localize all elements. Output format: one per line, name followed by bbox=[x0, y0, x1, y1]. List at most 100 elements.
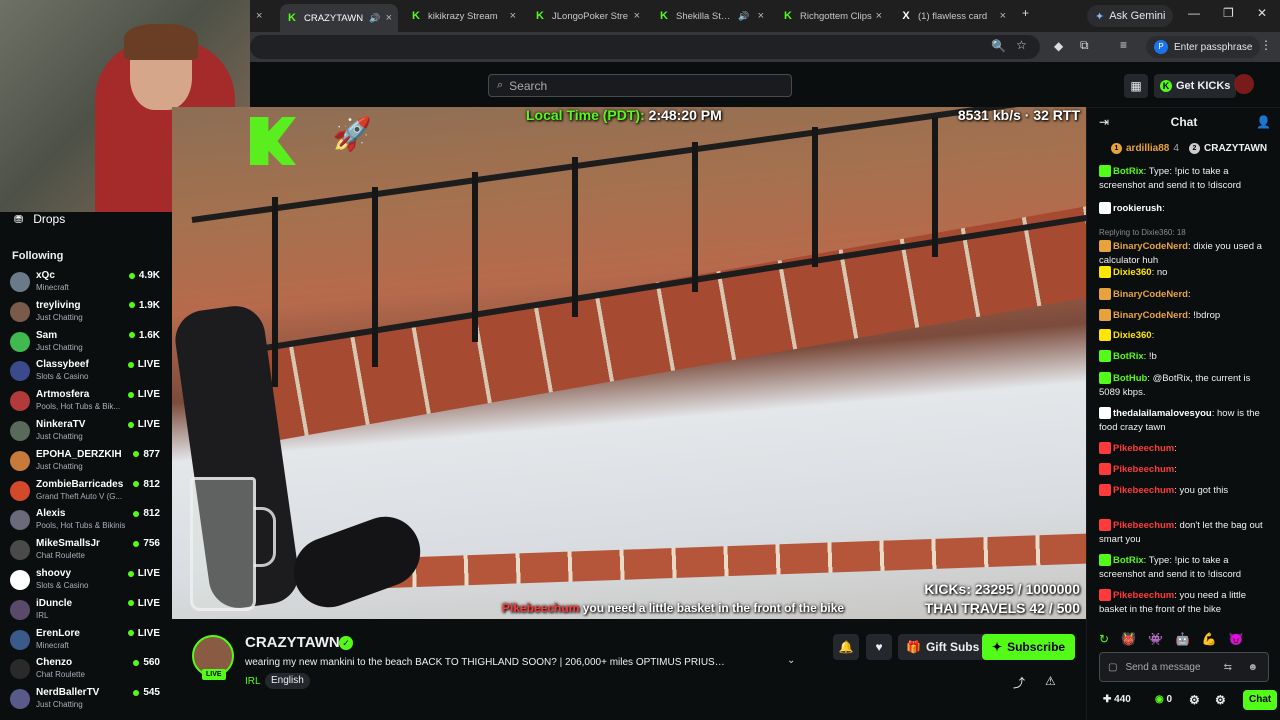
sidebar-item-alexis[interactable]: Alexis Pools, Hot Tubs & Bikinis 812 bbox=[10, 506, 162, 534]
emote-icon[interactable]: 😈 bbox=[1229, 632, 1244, 648]
user-avatar[interactable] bbox=[1234, 74, 1254, 94]
badge-icon bbox=[1099, 240, 1111, 253]
zoom-icon[interactable]: 🔍 bbox=[991, 39, 1006, 53]
emote-icon[interactable]: 👾 bbox=[1148, 632, 1163, 648]
tab-richgottem[interactable]: K Richgottem Clips × bbox=[776, 4, 888, 28]
emote-icon[interactable]: 💪 bbox=[1202, 632, 1217, 648]
kicks-display[interactable]: ◉ 0 bbox=[1155, 694, 1172, 705]
ask-gemini-button[interactable]: ✦ Ask Gemini bbox=[1087, 5, 1174, 27]
sidebar-item-treyliving[interactable]: treyliving Just Chatting 1.9K bbox=[10, 298, 162, 326]
sidebar-item-nerdballertv[interactable]: NerdBallerTV Just Chatting 545 bbox=[10, 685, 162, 713]
chat-username[interactable]: Pikebeechum bbox=[1113, 464, 1174, 475]
chat-username[interactable]: Pikebeechum bbox=[1113, 485, 1174, 496]
sidebar-item-ninkeratv[interactable]: NinkeraTV Just Chatting LIVE bbox=[10, 417, 162, 445]
viewer-count: LIVE bbox=[127, 598, 160, 609]
user-list-icon[interactable]: 👤 bbox=[1256, 115, 1271, 129]
browse-grid-button[interactable]: ▦ bbox=[1124, 74, 1148, 98]
chat-message: BotHub: @BotRix, the current is 5089 kbp… bbox=[1099, 372, 1251, 398]
chat-username[interactable]: Pikebeechum bbox=[1113, 443, 1174, 454]
close-icon[interactable]: × bbox=[510, 10, 516, 22]
stream-category[interactable]: IRL bbox=[245, 676, 261, 687]
chrome-menu-icon[interactable]: ⋮ bbox=[1260, 38, 1272, 52]
restore-button[interactable]: ❐ bbox=[1223, 6, 1234, 20]
gifter-1[interactable]: 1 ardillia88 4 bbox=[1111, 143, 1179, 154]
tab-close-partial[interactable]: × bbox=[250, 4, 264, 28]
speaker-icon[interactable]: 🔊 bbox=[738, 11, 749, 22]
tab-flawless[interactable]: X (1) flawless card × bbox=[894, 4, 1012, 28]
settings-icon[interactable]: ⚙ bbox=[1215, 693, 1226, 707]
chat-username[interactable]: BinaryCodeNerd bbox=[1113, 310, 1188, 321]
sidebar-item-epoha_derzkih[interactable]: EPOHA_DERZKIH Just Chatting 877 bbox=[10, 447, 162, 475]
window-close-button[interactable]: ✕ bbox=[1257, 6, 1267, 20]
chat-username[interactable]: Pikebeechum bbox=[1113, 590, 1174, 601]
translate-icon[interactable]: ⇆ bbox=[1224, 662, 1232, 673]
tab-shekilla[interactable]: K Shekilla Strea 🔊 × bbox=[652, 4, 770, 28]
chat-username[interactable]: BotRix bbox=[1113, 351, 1144, 362]
emote-icon[interactable]: 🤖 bbox=[1175, 632, 1190, 648]
profile-passphrase-button[interactable]: P Enter passphrase bbox=[1146, 36, 1261, 58]
emote-icon[interactable]: 👹 bbox=[1121, 632, 1136, 648]
chat-username[interactable]: thedalailamalovesyou bbox=[1113, 408, 1212, 419]
sidebar-item-xqc[interactable]: xQc Minecraft 4.9K bbox=[10, 268, 162, 296]
chat-username[interactable]: BotRix bbox=[1113, 555, 1144, 566]
chat-username[interactable]: BinaryCodeNerd bbox=[1113, 241, 1188, 252]
share-icon[interactable]: ⤴ bbox=[1013, 674, 1025, 691]
close-icon[interactable]: × bbox=[876, 10, 882, 22]
chat-username[interactable]: Dixie360 bbox=[1113, 330, 1152, 341]
tab-kikikrazy[interactable]: K kikikrazy Stream × bbox=[404, 4, 522, 28]
media-control-icon[interactable]: ≡ bbox=[1120, 38, 1127, 52]
chat-message: BotRix: Type: !pic to take a screenshot … bbox=[1099, 554, 1242, 580]
points-display[interactable]: ✚ 440 bbox=[1103, 694, 1131, 705]
chevron-down-icon[interactable]: ⌄ bbox=[787, 655, 795, 666]
report-icon[interactable]: ⚠ bbox=[1045, 674, 1056, 688]
heart-icon[interactable]: ♥ bbox=[866, 634, 892, 660]
language-tag[interactable]: English bbox=[265, 673, 310, 689]
bell-icon[interactable]: 🔔 bbox=[833, 634, 859, 660]
emote-icon[interactable]: ↻ bbox=[1099, 632, 1109, 648]
extension-icon[interactable]: ◆ bbox=[1054, 39, 1063, 53]
tab-jlongopoker[interactable]: K JLongoPoker Stre × bbox=[528, 4, 646, 28]
emoji-icon[interactable]: ☻ bbox=[1247, 662, 1258, 673]
get-kicks-button[interactable]: K Get KICKs bbox=[1154, 74, 1237, 98]
sidebar-item-chenzo[interactable]: Chenzo Chat Roulette 560 bbox=[10, 655, 162, 683]
extensions-puzzle-icon[interactable]: ⧉ bbox=[1080, 38, 1089, 53]
sidebar-item-artmosfera[interactable]: Artmosfera Pools, Hot Tubs & Bik... LIVE bbox=[10, 387, 162, 415]
chat-send-button[interactable]: Chat bbox=[1243, 690, 1278, 710]
chat-username[interactable]: BinaryCodeNerd bbox=[1113, 289, 1188, 300]
sidebar-item-zombiebarricades[interactable]: ZombieBarricades Grand Theft Auto V (G...… bbox=[10, 477, 162, 505]
chat-username[interactable]: BotHub bbox=[1113, 373, 1147, 384]
chat-input[interactable]: ▢ Send a message ⇆ ☻ bbox=[1099, 652, 1269, 682]
chat-username[interactable]: BotRix bbox=[1113, 166, 1144, 177]
bookmark-star-icon[interactable]: ☆ bbox=[1016, 38, 1027, 52]
sidebar-item-drops[interactable]: ⛃ Drops bbox=[14, 212, 65, 226]
search-input[interactable]: ⌕ Search bbox=[488, 74, 792, 97]
tab-crazytawn[interactable]: K CRAZYTAWN 🔊 × bbox=[280, 4, 398, 32]
sidebar-item-erenlore[interactable]: ErenLore Minecraft LIVE bbox=[10, 626, 162, 654]
minimize-button[interactable]: — bbox=[1188, 6, 1200, 20]
close-icon[interactable]: × bbox=[758, 10, 764, 22]
gifter-2[interactable]: 2 CRAZYTAWN bbox=[1189, 143, 1267, 154]
sidebar-item-iduncle[interactable]: iDuncle IRL LIVE bbox=[10, 596, 162, 624]
gift-subs-button[interactable]: 🎁 Gift Subs bbox=[898, 634, 988, 660]
speaker-icon[interactable]: 🔊 bbox=[369, 13, 380, 24]
close-icon[interactable]: × bbox=[634, 10, 640, 22]
chat-username[interactable]: Dixie360 bbox=[1113, 267, 1152, 278]
chat-username[interactable]: rookierush bbox=[1113, 203, 1162, 214]
live-dot-icon bbox=[133, 689, 140, 696]
channel-name[interactable]: CRAZYTAWN bbox=[245, 634, 340, 651]
sidebar-item-classybeef[interactable]: Classybeef Slots & Casino LIVE bbox=[10, 357, 162, 385]
chat-username[interactable]: Pikebeechum bbox=[1113, 520, 1174, 531]
video-player[interactable]: 🚀 Local Time (PDT): 2:48:20 PM 8531 kb/s… bbox=[172, 107, 1086, 619]
subscribe-button[interactable]: ✦ Subscribe bbox=[982, 634, 1076, 660]
chat-emote-icon[interactable]: ▢ bbox=[1108, 662, 1117, 673]
new-tab-button[interactable]: + bbox=[1022, 6, 1029, 20]
railing-bar bbox=[932, 117, 938, 257]
sidebar-item-sam[interactable]: Sam Just Chatting 1.6K bbox=[10, 328, 162, 356]
sidebar-item-mikesmallsjr[interactable]: MikeSmallsJr Chat Roulette 756 bbox=[10, 536, 162, 564]
sidebar-item-shoovy[interactable]: shoovy Slots & Casino LIVE bbox=[10, 566, 162, 594]
live-dot-icon bbox=[128, 332, 135, 339]
address-bar[interactable] bbox=[250, 35, 1040, 59]
gear-icon[interactable]: ⚙ bbox=[1189, 693, 1200, 707]
close-icon[interactable]: × bbox=[1000, 10, 1006, 22]
close-icon[interactable]: × bbox=[386, 12, 392, 24]
